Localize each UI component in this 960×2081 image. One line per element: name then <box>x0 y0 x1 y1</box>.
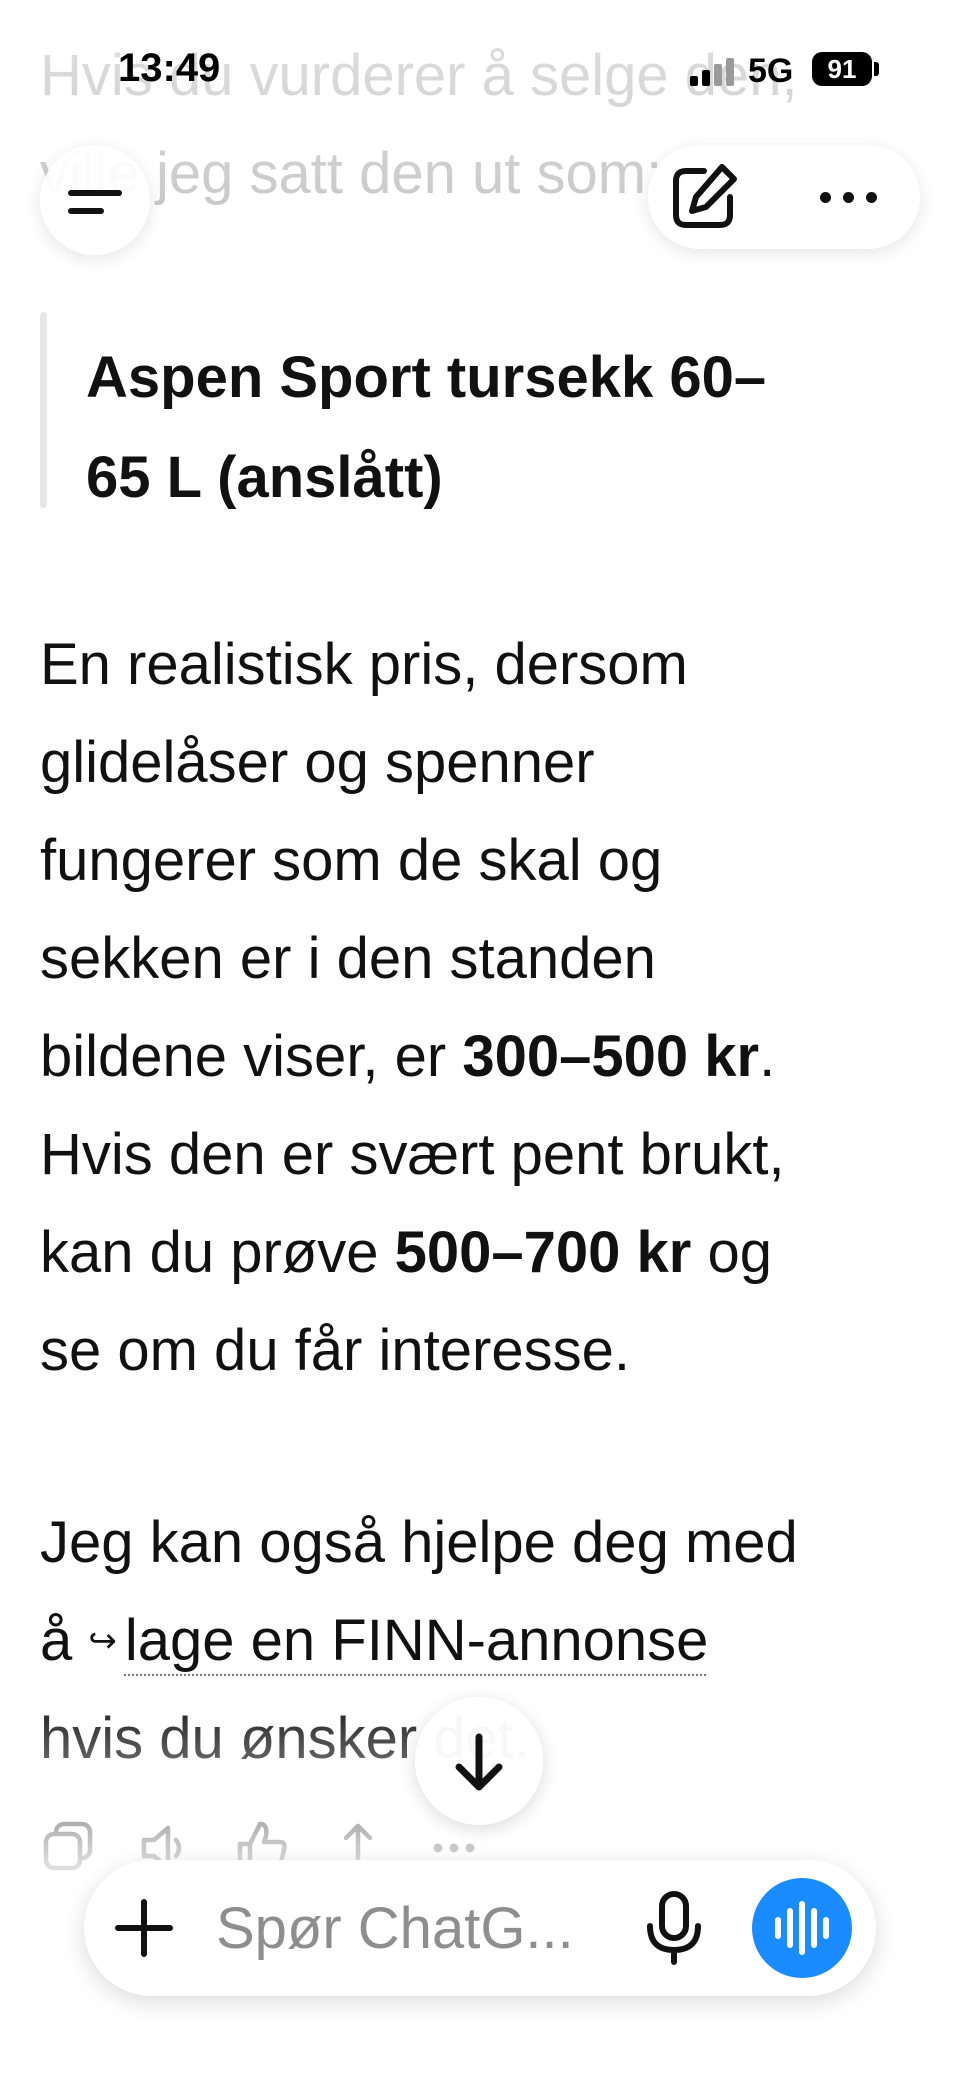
text-line: glidelåser og spenner <box>40 730 595 795</box>
copy-icon[interactable] <box>40 1818 100 1878</box>
scroll-to-bottom-button[interactable] <box>415 1697 543 1825</box>
blockquote: Aspen Sport tursekk 60– 65 L (anslått) <box>86 328 906 528</box>
price-paragraph: En realistisk pris, dersom glidelåser og… <box>40 616 940 1400</box>
text-line: sekken er i den standen <box>40 926 656 991</box>
plus-icon[interactable] <box>114 1898 174 1958</box>
signal-icon <box>690 58 734 86</box>
header-actions <box>648 145 920 249</box>
blockquote-line: 65 L (anslått) <box>86 445 443 510</box>
text-line: å ↪ lage en FINN-annonse <box>40 1592 940 1690</box>
text-span: kan du prøve <box>40 1220 395 1285</box>
text-line: se om du får interesse. <box>40 1318 630 1383</box>
price-range-bold: 500–700 kr <box>394 1220 692 1285</box>
mic-icon[interactable] <box>638 1890 710 1966</box>
menu-button[interactable] <box>40 145 150 255</box>
more-icon <box>819 191 831 203</box>
finn-ad-link[interactable]: lage en FINN-annonse <box>125 1608 709 1673</box>
text-span: og <box>691 1220 773 1285</box>
text-line: En realistisk pris, dersom <box>40 632 688 697</box>
new-chat-edit-icon[interactable] <box>664 157 744 237</box>
text-span: å <box>40 1608 89 1673</box>
voice-mode-icon <box>775 1917 781 1939</box>
battery-level: 91 <box>827 53 857 84</box>
arrow-down-icon <box>455 1733 503 1791</box>
blockquote-line: Aspen Sport tursekk 60– <box>86 345 767 410</box>
battery-tip <box>874 62 879 76</box>
follow-up-arrow-icon: ↪ <box>88 1622 117 1660</box>
network-type: 5G <box>748 52 794 90</box>
message-input[interactable] <box>216 1890 616 1966</box>
composer-bar <box>84 1860 876 1996</box>
text-line: kan du prøve 500–700 kr og <box>40 1204 940 1302</box>
more-button[interactable] <box>798 157 898 237</box>
voice-mode-button[interactable] <box>752 1878 852 1978</box>
battery-icon: 91 <box>812 52 872 86</box>
text-line: bildene viser, er 300–500 kr. <box>40 1008 940 1106</box>
text-span: . <box>759 1024 776 1089</box>
text-span: bildene viser, er <box>40 1024 463 1089</box>
text-line: Jeg kan også hjelpe deg med <box>40 1510 798 1575</box>
text-line: fungerer som de skal og <box>40 828 663 893</box>
text-line: Hvis den er svært pent brukt, <box>40 1122 785 1187</box>
blockquote-bar <box>40 312 47 508</box>
price-range-bold: 300–500 kr <box>462 1024 760 1089</box>
status-time: 13:49 <box>118 46 221 90</box>
status-bar: 13:49 5G 91 <box>0 0 960 140</box>
